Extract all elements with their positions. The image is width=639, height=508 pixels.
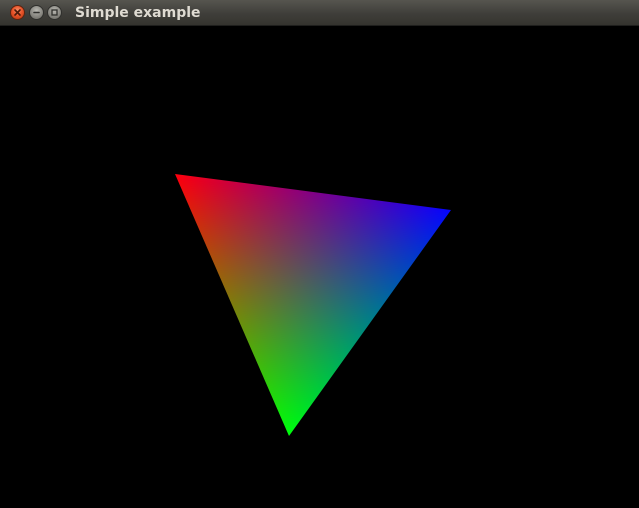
title-bar[interactable]: Simple example (0, 0, 639, 26)
close-button[interactable] (10, 5, 25, 20)
gl-viewport[interactable] (0, 26, 639, 508)
app-window: Simple example (0, 0, 639, 508)
rgb-triangle (175, 174, 451, 436)
window-title: Simple example (75, 5, 201, 21)
scene-canvas (175, 174, 451, 436)
minimize-button[interactable] (29, 5, 44, 20)
minimize-icon (33, 11, 40, 14)
maximize-icon (51, 9, 58, 16)
maximize-button[interactable] (47, 5, 62, 20)
close-icon (14, 9, 21, 16)
